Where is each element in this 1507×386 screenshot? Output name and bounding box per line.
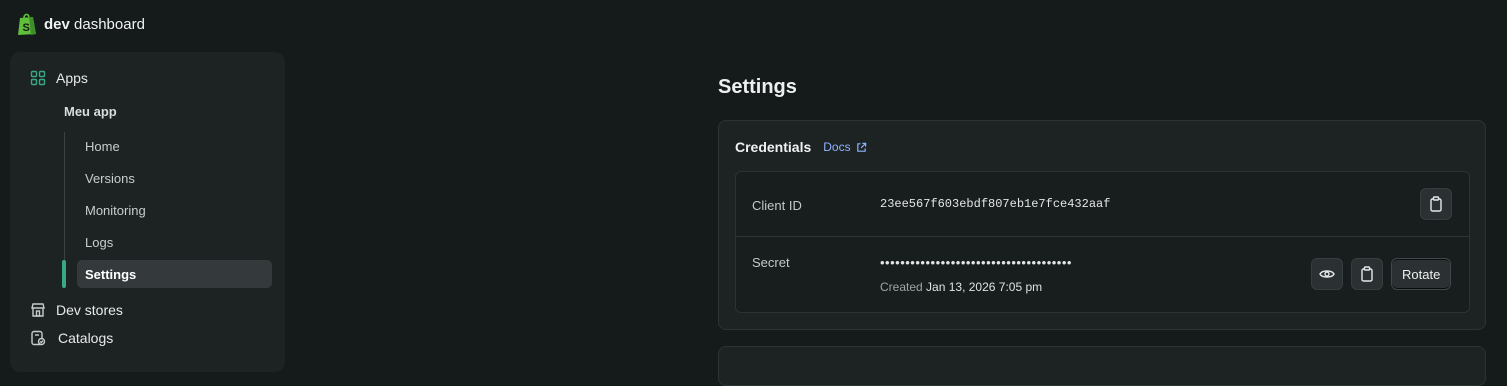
copy-secret-button[interactable] bbox=[1351, 258, 1383, 290]
sidebar-item-apps[interactable]: Apps bbox=[30, 66, 88, 90]
card-header: Credentials Docs bbox=[735, 139, 867, 155]
sidebar-item-settings[interactable]: Settings bbox=[77, 260, 272, 288]
credentials-table: Client ID 23ee567f603ebdf807eb1e7fce432a… bbox=[735, 171, 1470, 313]
clipboard-icon bbox=[1361, 266, 1373, 282]
secret-value-masked: •••••••••••••••••••••••••••••••••••••• bbox=[880, 255, 1072, 270]
sidebar-item-label: Apps bbox=[56, 70, 88, 86]
app-brand[interactable]: dev dashboard bbox=[44, 16, 145, 33]
external-link-icon bbox=[856, 142, 866, 152]
sidebar-item-versions[interactable]: Versions bbox=[77, 164, 272, 192]
created-prefix: Created bbox=[880, 280, 923, 294]
client-id-label: Client ID bbox=[752, 198, 802, 213]
credentials-title: Credentials bbox=[735, 139, 812, 155]
docs-link[interactable]: Docs bbox=[823, 140, 866, 154]
catalog-icon bbox=[30, 330, 46, 346]
sidebar-app-name[interactable]: Meu app bbox=[64, 104, 117, 119]
brand-rest: dashboard bbox=[74, 15, 145, 33]
rotate-button[interactable]: Rotate bbox=[1391, 258, 1452, 290]
store-icon bbox=[30, 302, 46, 318]
svg-text:S: S bbox=[23, 22, 30, 34]
sidebar-item-catalogs[interactable]: Catalogs bbox=[30, 326, 113, 350]
secret-created: Created Jan 13, 2026 7:05 pm bbox=[880, 280, 1042, 294]
docs-label: Docs bbox=[823, 140, 851, 154]
secret-label: Secret bbox=[752, 255, 790, 270]
brand-bold: dev bbox=[44, 15, 70, 33]
shopify-bag-icon[interactable]: S bbox=[16, 12, 38, 36]
sidebar: Apps Meu app Home Versions Monitoring Lo… bbox=[10, 52, 285, 372]
apps-grid-icon bbox=[30, 70, 46, 86]
eye-icon bbox=[1319, 270, 1335, 278]
sidebar-item-monitoring[interactable]: Monitoring bbox=[77, 196, 272, 224]
created-date: Jan 13, 2026 7:05 pm bbox=[926, 280, 1043, 294]
clipboard-icon bbox=[1430, 196, 1442, 212]
next-card bbox=[718, 346, 1486, 386]
sidebar-item-label: Catalogs bbox=[58, 330, 114, 346]
sidebar-item-label: Dev stores bbox=[56, 302, 123, 318]
sidebar-item-dev-stores[interactable]: Dev stores bbox=[30, 298, 123, 322]
top-bar: S dev dashboard bbox=[0, 0, 1507, 48]
active-indicator bbox=[62, 260, 66, 288]
reveal-secret-button[interactable] bbox=[1311, 258, 1343, 290]
row-divider bbox=[736, 236, 1469, 237]
page-title: Settings bbox=[718, 76, 797, 98]
copy-client-id-button[interactable] bbox=[1420, 188, 1452, 220]
sidebar-item-home[interactable]: Home bbox=[77, 132, 272, 160]
client-id-value: 23ee567f603ebdf807eb1e7fce432aaf bbox=[880, 197, 1111, 211]
credentials-card: Credentials Docs Client ID 23ee567f603eb… bbox=[718, 120, 1486, 330]
sidebar-item-logs[interactable]: Logs bbox=[77, 228, 272, 256]
